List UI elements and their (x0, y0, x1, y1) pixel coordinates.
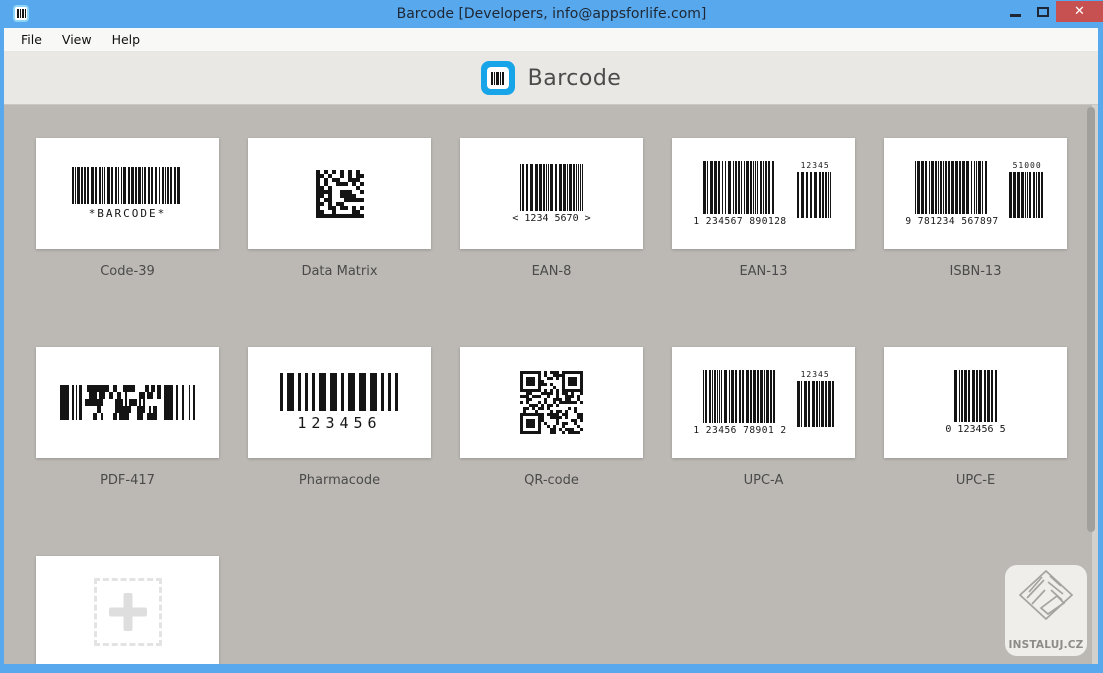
menu-item-view[interactable]: View (52, 29, 102, 50)
window-title: Barcode [Developers, info@appsforlife.co… (396, 6, 707, 22)
barcode-card-label: EAN-13 (739, 264, 788, 279)
barcode-human-text: 1 234567 890128 (693, 215, 787, 227)
window-border-bottom (0, 664, 1103, 673)
barcode-human-text: *BARCODE* (88, 207, 167, 220)
barcode-card-data-matrix[interactable] (248, 138, 431, 249)
barcode-card-label: EAN-8 (531, 264, 572, 279)
app-window: Barcode [Developers, info@appsforlife.co… (0, 0, 1103, 673)
watermark: INSTALUJ.CZ (1005, 565, 1087, 656)
instaluj-diamond-logo (1018, 569, 1074, 621)
window-controls: ✕ (1002, 0, 1103, 28)
barcode-card-label: UPC-A (743, 473, 784, 488)
menu-item-file[interactable]: File (11, 29, 52, 50)
grid-cell-upc-e: 0 123456 5 UPC-E (884, 347, 1067, 491)
grid-cell-upc-a: 1 23456 78901 2 12345 UPC-A (672, 347, 855, 491)
close-icon: ✕ (1074, 4, 1085, 19)
app-name: Barcode (527, 65, 622, 91)
barcode-card-label: Data Matrix (301, 264, 378, 279)
grid-cell-qr-code: QR-code (460, 347, 643, 491)
grid-cell-ean-13: 1 234567 890128 12345 EAN-13 (672, 138, 855, 282)
window-border-left (0, 28, 4, 673)
close-button[interactable]: ✕ (1056, 1, 1103, 22)
barcode-card-pdf-417[interactable] (36, 347, 219, 458)
barcode-card-label: Pharmacode (298, 473, 381, 488)
barcode-card-code-39[interactable]: *BARCODE* (36, 138, 219, 249)
barcode-card-pharmacode[interactable]: 123456 (248, 347, 431, 458)
scrollbar-thumb[interactable] (1087, 107, 1095, 532)
barcode-card-label: ISBN-13 (949, 264, 1002, 279)
barcode-logo-inner (486, 67, 509, 89)
barcode-human-text: 9 781234 567897 (905, 215, 999, 227)
maximize-button[interactable] (1029, 0, 1056, 24)
grid-cell-pdf-417: PDF-417 (36, 347, 219, 491)
barcode-card-label: UPC-E (955, 473, 996, 488)
barcode-card-upc-a[interactable]: 1 23456 78901 2 12345 (672, 347, 855, 458)
barcode-human-text: 123456 (297, 414, 382, 432)
barcode-human-text: 1 23456 78901 2 (693, 424, 787, 436)
add-barcode-card[interactable] (36, 556, 219, 664)
barcode-logo (480, 61, 515, 95)
barcode-card-upc-e[interactable]: 0 123456 5 (884, 347, 1067, 458)
titlebar: Barcode [Developers, info@appsforlife.co… (0, 0, 1103, 28)
grid-cell-isbn-13: 9 781234 567897 51000 ISBN-13 (884, 138, 1067, 282)
grid-cell-add (36, 556, 219, 664)
grid-cell-data-matrix: Data Matrix (248, 138, 431, 282)
maximize-icon (1036, 7, 1049, 17)
barcode-supplement-text: 12345 (800, 160, 830, 170)
barcode-card-ean-13[interactable]: 1 234567 890128 12345 (672, 138, 855, 249)
barcode-supplement-text: 51000 (1012, 160, 1042, 170)
plus-icon (93, 577, 162, 646)
minimize-icon (1010, 13, 1021, 17)
barcode-grid: *BARCODE* Code-39 Data Matrix < 1234 5670 >… (4, 105, 1098, 664)
barcode-human-text: < 1234 5670 > (512, 212, 591, 224)
menubar: File View Help (4, 28, 1098, 52)
window-border-right (1098, 28, 1103, 673)
grid-cell-ean-8: < 1234 5670 > EAN-8 (460, 138, 643, 282)
grid-cell-pharmacode: 123456 Pharmacode (248, 347, 431, 491)
barcode-card-label: PDF-417 (100, 473, 155, 488)
grid-cell-code-39: *BARCODE* Code-39 (36, 138, 219, 282)
barcode-human-text: 0 123456 5 (945, 424, 1006, 435)
barcode-card-label: QR-code (524, 473, 579, 488)
watermark-text: INSTALUJ.CZ (1008, 639, 1084, 651)
menu-item-help[interactable]: Help (102, 29, 151, 50)
minimize-button[interactable] (1002, 0, 1029, 24)
barcode-card-label: Code-39 (100, 264, 155, 279)
barcode-supplement-text: 12345 (800, 369, 830, 379)
barcode-card-ean-8[interactable]: < 1234 5670 > (460, 138, 643, 249)
barcode-card-isbn-13[interactable]: 9 781234 567897 51000 (884, 138, 1067, 249)
barcode-card-qr-code[interactable] (460, 347, 643, 458)
header: Barcode (4, 52, 1098, 105)
content: *BARCODE* Code-39 Data Matrix < 1234 5670 >… (4, 105, 1098, 664)
